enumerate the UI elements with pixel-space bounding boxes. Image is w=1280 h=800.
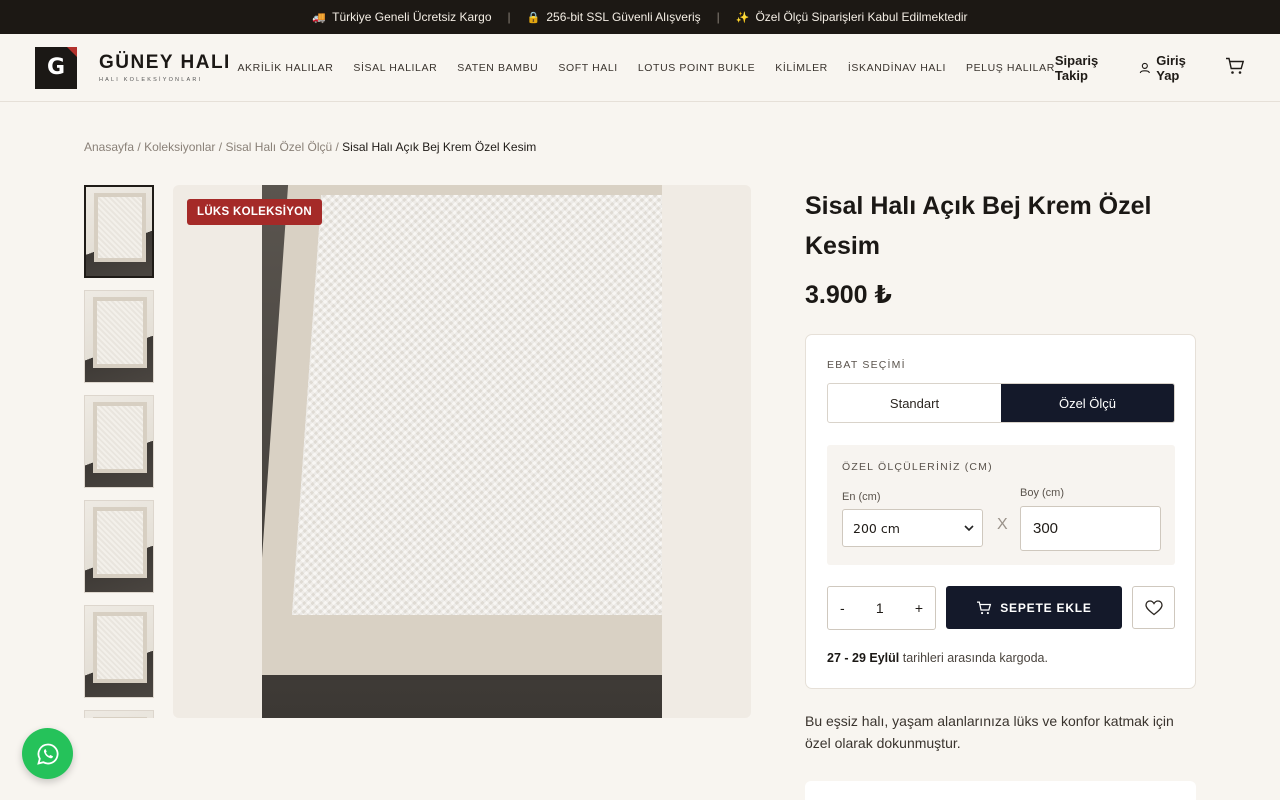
divider: |	[507, 10, 511, 24]
breadcrumb-separator: /	[134, 140, 145, 154]
details-panel	[805, 781, 1196, 800]
sparkle-icon: ✨	[735, 11, 750, 24]
truck-icon: 🚚	[312, 11, 327, 24]
brand-tagline: HALI KOLEKSİYONLARI	[99, 77, 203, 83]
shipping-text: tarihleri arasında kargoda.	[899, 651, 1048, 665]
nav-item-kilimler[interactable]: KİLİMLER	[775, 62, 828, 74]
divider: |	[716, 10, 720, 24]
size-toggle: Standart Özel Ölçü	[827, 383, 1175, 423]
width-value: 200 cm	[853, 520, 900, 536]
user-icon	[1139, 62, 1150, 73]
custom-size-panel: ÖZEL ÖLÇÜLERİNİZ (CM) En (cm) Boy (cm) 2…	[827, 445, 1175, 565]
announcement-shipping: 🚚 Türkiye Geneli Ücretsiz Kargo	[312, 10, 491, 24]
times-separator: X	[997, 516, 1008, 533]
breadcrumb: Anasayfa / Koleksiyonlar / Sisal Halı Öz…	[84, 140, 536, 154]
header-actions: Sipariş Takip Giriş Yap	[1055, 53, 1245, 83]
announcement-bar: 🚚 Türkiye Geneli Ücretsiz Kargo | 🔒 256-bi…	[0, 0, 1280, 34]
lock-icon: 🔒	[526, 11, 541, 24]
shipping-dates: 27 - 29 Eylül	[827, 651, 900, 665]
thumbnail-3[interactable]	[84, 395, 154, 488]
breadcrumb-separator: /	[332, 140, 343, 154]
nav-item-saten-bambu[interactable]: SATEN BAMBU	[457, 62, 538, 74]
add-to-cart-label: SEPETE EKLE	[1000, 600, 1092, 615]
size-option-custom[interactable]: Özel Ölçü	[1001, 384, 1174, 422]
breadcrumb-current: Sisal Halı Açık Bej Krem Özel Kesim	[342, 140, 537, 154]
announcement-text: Özel Ölçü Siparişleri Kabul Edilmektedir	[755, 10, 968, 24]
announcement-text: 256-bit SSL Güvenli Alışveriş	[546, 10, 701, 24]
size-option-standard[interactable]: Standart	[828, 384, 1001, 422]
main-product-image[interactable]: LÜKS KOLEKSİYON	[173, 185, 751, 718]
add-to-cart-button[interactable]: SEPETE EKLE	[946, 586, 1122, 629]
size-selection-label: EBAT SEÇİMİ	[827, 359, 906, 371]
thumbnail-5[interactable]	[84, 605, 154, 698]
nav-item-iskandinav[interactable]: İSKANDİNAV HALI	[848, 62, 946, 74]
wishlist-button[interactable]	[1132, 586, 1175, 629]
announcement-custom: ✨ Özel Ölçü Siparişleri Kabul Edilmektedi…	[736, 10, 968, 24]
login-link[interactable]: Giriş Yap	[1139, 53, 1203, 83]
product-price: 3.900 ₺	[805, 281, 892, 309]
breadcrumb-separator: /	[215, 140, 226, 154]
nav-item-soft[interactable]: SOFT HALI	[558, 62, 617, 74]
announcement-ssl: 🔒 256-bit SSL Güvenli Alışveriş	[527, 10, 701, 24]
nav-item-akrilik[interactable]: AKRİLİK HALILAR	[237, 62, 333, 74]
quantity-value[interactable]: 1	[876, 600, 884, 616]
thumbnail-6[interactable]	[84, 710, 154, 718]
increase-button[interactable]: +	[915, 600, 923, 616]
logo-letter: G	[46, 55, 66, 80]
thumbnail-1[interactable]	[84, 185, 154, 278]
length-input[interactable]: 300	[1020, 506, 1161, 551]
heart-icon	[1144, 599, 1163, 615]
width-select[interactable]: 200 cm	[842, 509, 983, 547]
cart-icon[interactable]	[1225, 57, 1245, 78]
thumbnail-4[interactable]	[84, 500, 154, 593]
brand-logo[interactable]: G GÜNEY HALI HALI KOLEKSİYONLARI	[35, 46, 237, 89]
chevron-down-icon	[964, 525, 974, 532]
quantity-stepper: - 1 +	[827, 586, 936, 630]
brand-name: GÜNEY HALI	[99, 52, 231, 73]
thumbnail-gallery	[84, 185, 155, 718]
breadcrumb-collections[interactable]: Koleksiyonlar	[144, 140, 215, 154]
cart-icon	[977, 601, 992, 614]
custom-size-title: ÖZEL ÖLÇÜLERİNİZ (CM)	[842, 461, 993, 473]
whatsapp-icon	[36, 743, 58, 765]
logo-text: GÜNEY HALI HALI KOLEKSİYONLARI	[99, 52, 231, 83]
nav-item-pelus[interactable]: PELUŞ HALILAR	[966, 62, 1055, 74]
login-label: Giriş Yap	[1156, 52, 1186, 83]
product-title: Sisal Halı Açık Bej Krem Özel Kesim	[805, 192, 1152, 260]
nav-item-lotus[interactable]: LOTUS POINT BUKLE	[638, 62, 755, 74]
decrease-button[interactable]: -	[840, 600, 845, 616]
logo-mark: G	[35, 46, 77, 89]
product-description: Bu eşsiz halı, yaşam alanlarınıza lüks v…	[805, 713, 1174, 751]
nav-item-sisal[interactable]: SİSAL HALILAR	[353, 62, 437, 74]
site-header: G GÜNEY HALI HALI KOLEKSİYONLARI AKRİLİK…	[0, 34, 1280, 102]
collection-badge: LÜKS KOLEKSİYON	[187, 199, 323, 225]
purchase-card: EBAT SEÇİMİ Standart Özel Ölçü ÖZEL ÖLÇÜ…	[805, 334, 1196, 689]
order-tracking-link[interactable]: Sipariş Takip	[1055, 53, 1123, 83]
main-nav: AKRİLİK HALILAR SİSAL HALILAR SATEN BAMB…	[237, 62, 1054, 74]
thumbnail-2[interactable]	[84, 290, 154, 383]
breadcrumb-category[interactable]: Sisal Halı Özel Ölçü	[225, 140, 332, 154]
announcement-text: Türkiye Geneli Ücretsiz Kargo	[332, 10, 492, 24]
whatsapp-button[interactable]	[22, 728, 73, 779]
width-label: En (cm)	[842, 491, 881, 503]
length-label: Boy (cm)	[1020, 487, 1064, 499]
breadcrumb-home[interactable]: Anasayfa	[84, 140, 134, 154]
product-photo	[262, 185, 662, 718]
shipping-estimate: 27 - 29 Eylül tarihleri arasında kargoda…	[827, 651, 1048, 665]
